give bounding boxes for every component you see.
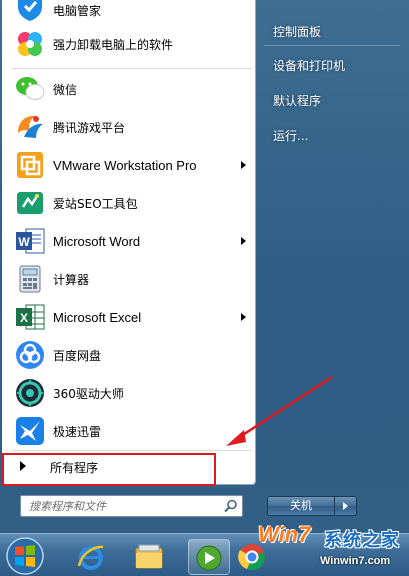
xunlei-icon (16, 417, 44, 445)
program-label: 计算器 (53, 272, 90, 287)
program-label: VMware Workstation Pro (53, 157, 197, 173)
program-label: Microsoft Word (53, 233, 141, 249)
program-label: 微信 (53, 82, 78, 97)
program-label: Microsoft Excel (53, 309, 142, 325)
shutdown-button[interactable]: 关机 (267, 496, 335, 516)
program-item-vmware[interactable]: VMware Workstation Pro (2, 146, 256, 184)
taskbar-ie-button[interactable] (70, 539, 112, 575)
tencent-pc-manager-icon (18, 0, 42, 21)
program-item-tencent-games[interactable]: 腾讯游戏平台 (2, 108, 256, 146)
program-label: 电脑管家 (53, 4, 102, 18)
aizhan-seo-icon (17, 192, 43, 214)
program-label: 极速迅雷 (53, 424, 102, 439)
program-item-baidu-netdisk[interactable]: 百度网盘 (2, 336, 256, 374)
program-item-pc-manager[interactable]: 电脑管家 (2, 0, 256, 25)
pinned-separator (12, 68, 252, 69)
devices-printers-link[interactable]: 设备和打印机 (273, 57, 345, 74)
annotation-highlight-box (2, 453, 216, 486)
program-label: 360驱动大师 (53, 386, 124, 401)
shutdown-options-button[interactable] (335, 496, 357, 516)
taskbar-media-button[interactable] (188, 539, 230, 575)
excel-icon: X (16, 304, 45, 330)
watermark-url: Winwin7.com (320, 555, 391, 567)
start-menu: 电脑管家 强力卸载电脑上的软件 微信 腾讯游戏平台 VMware Worksta… (0, 0, 409, 533)
submenu-arrow-icon[interactable] (241, 237, 246, 245)
folder-icon (135, 544, 163, 569)
vmware-icon (17, 152, 43, 178)
program-item-xunlei[interactable]: 极速迅雷 (2, 412, 256, 450)
annotation-arrow (226, 375, 333, 446)
default-programs-link[interactable]: 默认程序 (273, 92, 321, 109)
program-item-uninstaller[interactable]: 强力卸载电脑上的软件 (2, 25, 256, 63)
watermark-brand: Win7 (258, 522, 311, 547)
svg-text:X: X (20, 311, 28, 325)
program-label: 腾讯游戏平台 (53, 120, 126, 135)
wechat-icon (16, 77, 45, 100)
search-icon[interactable] (223, 498, 239, 514)
all-programs-separator (12, 450, 252, 451)
internet-explorer-icon (77, 545, 104, 570)
tencent-games-icon (18, 115, 43, 138)
media-player-icon (196, 545, 222, 571)
right-pane-separator (264, 45, 400, 46)
search-input[interactable] (21, 496, 217, 516)
program-item-word[interactable]: W Microsoft Word (2, 222, 256, 260)
programs-pane: 电脑管家 强力卸载电脑上的软件 微信 腾讯游戏平台 VMware Worksta… (2, 0, 256, 485)
program-label: 爱站SEO工具包 (53, 196, 138, 211)
program-item-excel[interactable]: X Microsoft Excel (2, 298, 256, 336)
start-button[interactable] (2, 536, 48, 576)
watermark-brand-cn: 系统之家 (324, 530, 400, 551)
control-panel-link[interactable]: 控制面板 (273, 23, 321, 40)
recent-program-list: 微信 腾讯游戏平台 VMware Workstation Pro 爱站SEO工具… (2, 70, 256, 450)
submenu-arrow-icon[interactable] (241, 161, 246, 169)
site-watermark: Win7 系统之家 Winwin7.com (258, 518, 409, 576)
taskbar-explorer-button[interactable] (128, 539, 170, 575)
svg-text:W: W (18, 235, 30, 249)
program-label: 强力卸载电脑上的软件 (53, 37, 174, 52)
program-item-wechat[interactable]: 微信 (2, 70, 256, 108)
program-item-aizhan-seo[interactable]: 爱站SEO工具包 (2, 184, 256, 222)
program-item-360-driver[interactable]: 360驱动大师 (2, 374, 256, 412)
baidu-netdisk-icon (16, 341, 44, 369)
program-item-calculator[interactable]: 计算器 (2, 260, 256, 298)
run-link[interactable]: 运行... (273, 127, 308, 144)
pinned-program-list: 电脑管家 强力卸载电脑上的软件 (2, 0, 256, 63)
chevron-right-icon (343, 502, 348, 510)
360-driver-icon (16, 379, 44, 407)
search-box[interactable] (20, 495, 243, 517)
calculator-icon (19, 265, 41, 293)
uninstaller-icon (18, 32, 42, 56)
program-label: 百度网盘 (53, 348, 102, 363)
submenu-arrow-icon[interactable] (241, 313, 246, 321)
word-icon: W (16, 228, 45, 254)
